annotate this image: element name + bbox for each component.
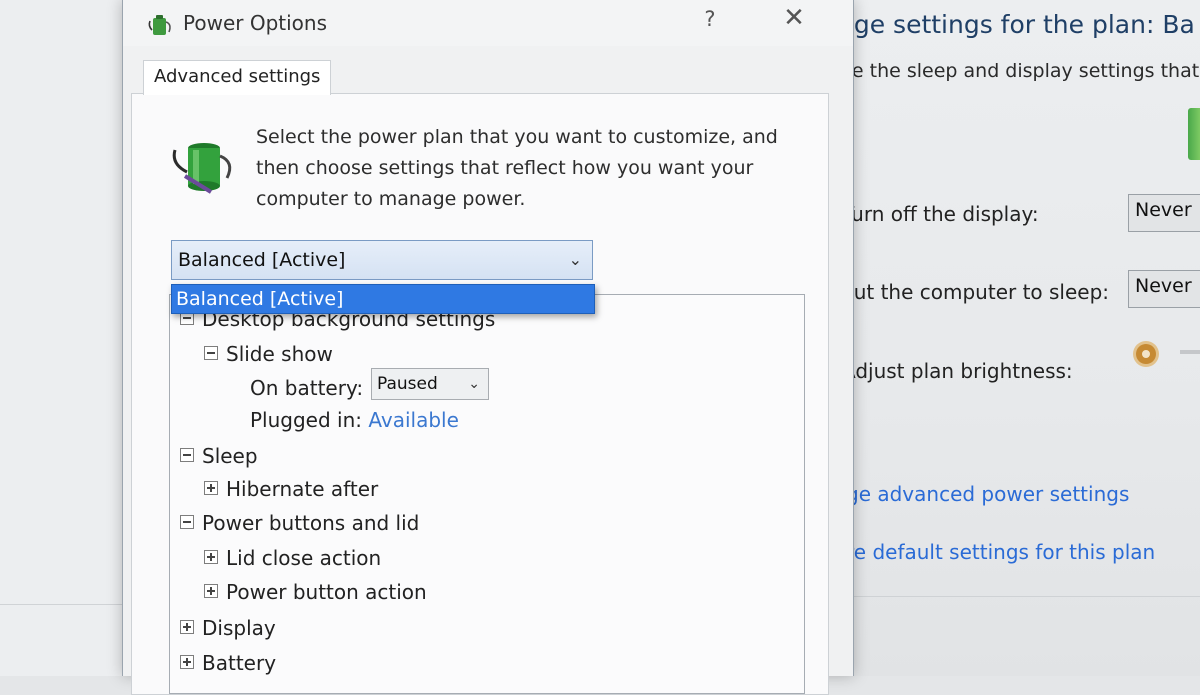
expand-icon[interactable] xyxy=(180,620,194,634)
bottom-divider xyxy=(850,596,1200,597)
power-plan-select[interactable]: Balanced [Active] ⌄ xyxy=(171,240,593,280)
on-battery-select[interactable]: Paused ⌄ xyxy=(371,368,489,400)
intro-text: Select the power plan that you want to c… xyxy=(256,126,778,210)
title-bar[interactable]: Power Options ? ✕ xyxy=(123,0,853,46)
tab-advanced-settings[interactable]: Advanced settings xyxy=(143,60,332,95)
left-background-region xyxy=(0,0,124,676)
chevron-down-icon: ⌄ xyxy=(568,250,582,269)
tree-item-display[interactable]: Display xyxy=(180,616,276,640)
tree-item-power-buttons[interactable]: Power buttons and lid xyxy=(180,511,419,535)
tree-item-power-button-action[interactable]: Power button action xyxy=(204,580,427,604)
expand-icon[interactable] xyxy=(204,584,218,598)
collapse-icon[interactable] xyxy=(204,346,218,360)
expand-icon[interactable] xyxy=(204,481,218,495)
dialog-title: Power Options xyxy=(183,11,327,35)
expand-icon[interactable] xyxy=(180,655,194,669)
plan-settings-subtitle: se the sleep and display settings that xyxy=(842,60,1200,82)
plugged-in-label: Plugged in: xyxy=(250,408,363,432)
turn-off-display-select[interactable]: Never xyxy=(1128,194,1200,232)
brightness-slider[interactable] xyxy=(1180,350,1200,354)
tree-item-sleep[interactable]: Sleep xyxy=(180,444,258,468)
chevron-down-icon: ⌄ xyxy=(468,376,480,392)
tree-item-hibernate-after[interactable]: Hibernate after xyxy=(204,477,378,501)
power-options-dialog: Power Options ? ✕ Advanced settings Sele… xyxy=(122,0,854,695)
power-plan-icon xyxy=(148,15,171,35)
brightness-icon xyxy=(1136,344,1156,364)
collapse-icon[interactable] xyxy=(180,515,194,529)
power-plan-select-value: Balanced [Active] xyxy=(178,249,346,271)
close-button[interactable]: ✕ xyxy=(777,4,811,34)
battery-plug-icon xyxy=(172,143,232,194)
on-battery-label: On battery: xyxy=(250,376,364,400)
plugged-in-row: Plugged in: Available xyxy=(250,408,459,432)
battery-icon xyxy=(1188,108,1200,160)
sleep-label: Put the computer to sleep: xyxy=(842,280,1110,304)
expand-icon[interactable] xyxy=(204,550,218,564)
advanced-power-settings-link[interactable]: ge advanced power settings xyxy=(846,482,1129,506)
brightness-label: Adjust plan brightness: xyxy=(842,359,1073,383)
settings-tree[interactable]: Desktop background settings Slide show O… xyxy=(169,294,805,694)
on-battery-value: Paused xyxy=(377,374,438,394)
power-plan-option[interactable]: Balanced [Active] xyxy=(171,284,595,314)
tree-item-slide-show[interactable]: Slide show xyxy=(204,342,333,366)
plan-settings-heading: nge settings for the plan: Ba xyxy=(838,10,1195,39)
tree-item-lid-close[interactable]: Lid close action xyxy=(204,546,381,570)
collapse-icon[interactable] xyxy=(180,448,194,462)
turn-off-display-label: Turn off the display: xyxy=(842,202,1039,226)
help-button[interactable]: ? xyxy=(695,4,725,34)
plugged-in-value[interactable]: Available xyxy=(368,408,459,432)
left-divider xyxy=(0,604,124,605)
tree-item-battery[interactable]: Battery xyxy=(180,651,276,675)
restore-defaults-link[interactable]: re default settings for this plan xyxy=(846,540,1155,564)
sleep-select[interactable]: Never xyxy=(1128,270,1200,308)
